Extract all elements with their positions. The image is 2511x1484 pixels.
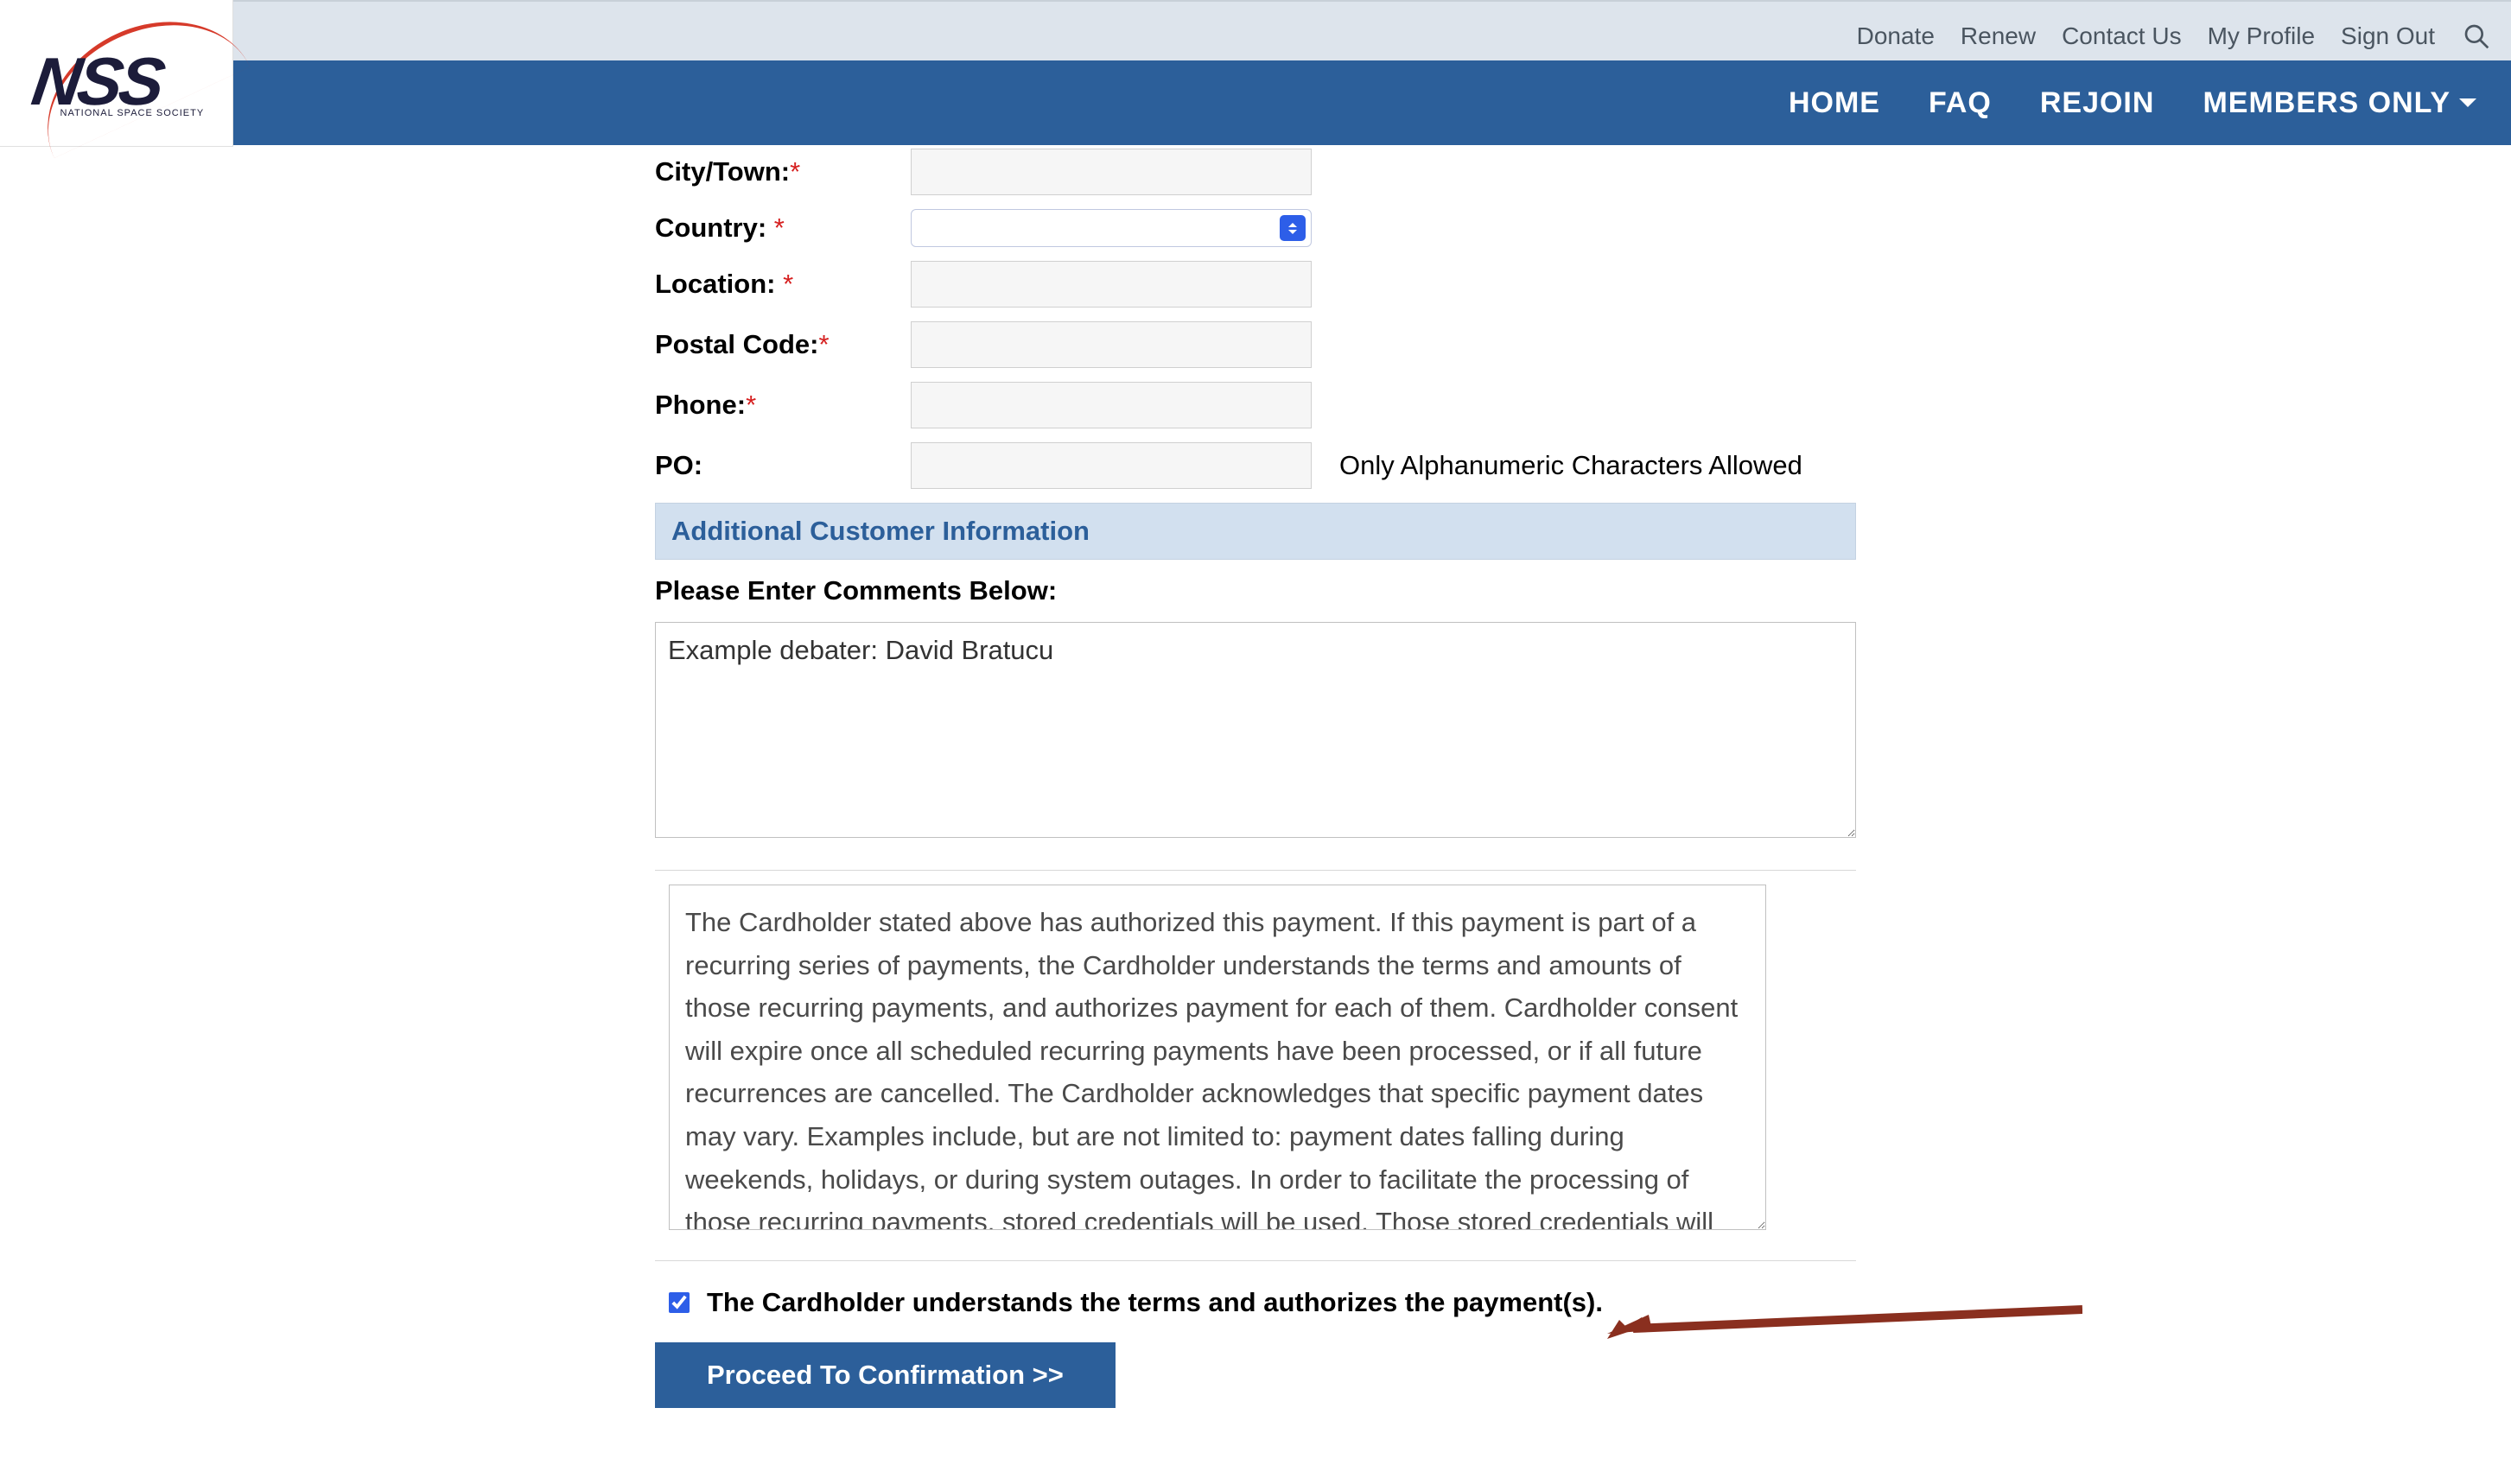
proceed-button[interactable]: Proceed To Confirmation >>	[655, 1342, 1116, 1408]
section-header-additional: Additional Customer Information	[655, 503, 1856, 560]
po-label: PO:	[655, 450, 911, 481]
location-label: Location: *	[655, 269, 911, 300]
city-label: City/Town:*	[655, 156, 911, 187]
logo-tagline: NATIONAL SPACE SOCIETY	[60, 108, 205, 118]
divider	[655, 1260, 1856, 1261]
divider	[655, 870, 1856, 871]
search-icon[interactable]	[2461, 21, 2492, 52]
topbar-link-profile[interactable]: My Profile	[2208, 22, 2315, 50]
nav-rejoin[interactable]: REJOIN	[2040, 86, 2155, 120]
terms-textarea[interactable]	[669, 885, 1766, 1230]
topbar-link-contact[interactable]: Contact Us	[2062, 22, 2182, 50]
topbar-links: Donate Renew Contact Us My Profile Sign …	[1857, 21, 2492, 52]
location-input[interactable]	[911, 261, 1312, 308]
city-input[interactable]	[911, 149, 1312, 195]
chevron-down-icon	[2459, 98, 2476, 107]
phone-input[interactable]	[911, 382, 1312, 428]
comments-textarea[interactable]	[655, 622, 1856, 838]
phone-label: Phone:*	[655, 390, 911, 421]
topbar-link-donate[interactable]: Donate	[1857, 22, 1935, 50]
country-select[interactable]	[911, 209, 1312, 247]
po-input[interactable]	[911, 442, 1312, 489]
topbar-link-signout[interactable]: Sign Out	[2341, 22, 2435, 50]
nav-members-only[interactable]: MEMBERS ONLY	[2203, 86, 2476, 120]
nav-faq[interactable]: FAQ	[1929, 86, 1992, 120]
postal-input[interactable]	[911, 321, 1312, 368]
logo[interactable]: NSS NATIONAL SPACE SOCIETY	[0, 0, 233, 147]
po-note: Only Alphanumeric Characters Allowed	[1339, 450, 1802, 481]
postal-label: Postal Code:*	[655, 329, 911, 360]
comments-label: Please Enter Comments Below:	[655, 575, 1856, 606]
nav-home[interactable]: HOME	[1789, 86, 1880, 120]
topbar-link-renew[interactable]: Renew	[1961, 22, 2036, 50]
consent-checkbox[interactable]	[669, 1292, 690, 1313]
consent-label: The Cardholder understands the terms and…	[707, 1287, 1603, 1318]
main-nav: HOME FAQ REJOIN MEMBERS ONLY	[0, 60, 2511, 145]
select-handle-icon	[1280, 215, 1306, 241]
topbar: Donate Renew Contact Us My Profile Sign …	[0, 0, 2511, 60]
form-container: City/Town:* Country: * Location: * Posta…	[655, 145, 1856, 1408]
country-label: Country: *	[655, 212, 911, 244]
